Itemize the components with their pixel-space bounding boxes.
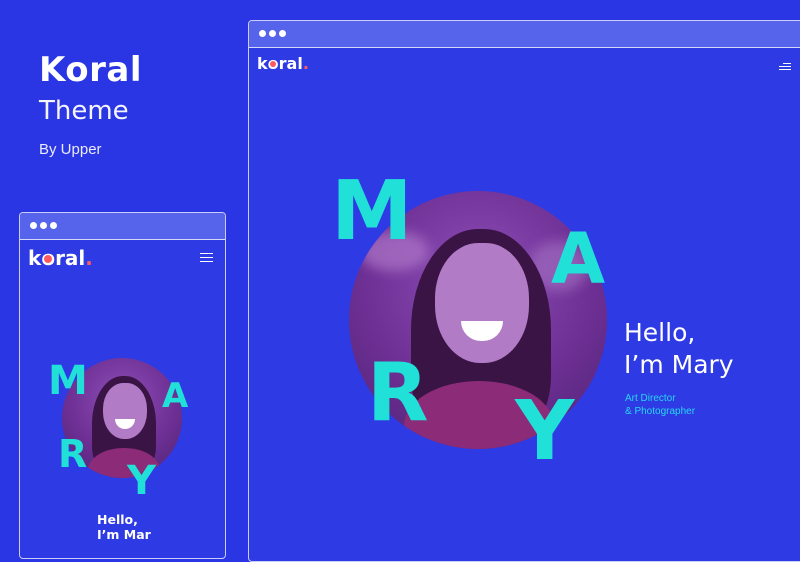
logo-dot: . [302,54,309,73]
desktop-preview-window: koral. M A R Y Hello, I’m Mary Art Direc… [248,20,800,562]
hero-greeting: Hello, I’m Mary [624,317,734,381]
mobile-logo[interactable]: koral. [28,246,93,270]
window-dot-icon [259,30,266,37]
logo-o: o [41,246,56,270]
logo-text: ral [55,246,86,270]
hero-letter-a: A [551,218,606,300]
greeting-line: I’m Mary [624,350,734,379]
role-line: Art Director [625,393,676,404]
logo-text: ral [278,54,303,73]
logo-dot: . [85,246,93,270]
portrait-face [103,383,147,439]
hero-letter-r: R [367,346,429,439]
greeting-line: Hello, [97,512,138,527]
window-dot-icon [269,30,276,37]
window-dot-icon [279,30,286,37]
hamburger-menu-icon[interactable] [779,63,791,70]
window-dot-icon [30,222,37,229]
role-line: & Photographer [625,406,696,417]
window-dot-icon [40,222,47,229]
mobile-letter-r: R [58,432,88,476]
desktop-window-titlebar [249,21,800,48]
theme-subtitle: Theme [39,96,129,126]
greeting-line: Hello, [624,318,696,347]
desktop-logo[interactable]: koral. [257,54,309,73]
mobile-greeting: Hello, I’m Mar [97,512,151,542]
hero-letter-y: Y [515,384,575,479]
window-dot-icon [50,222,57,229]
mobile-letter-y: Y [127,458,156,504]
logo-text: k [257,54,268,73]
hero-role: Art Director & Photographer [625,392,695,418]
theme-byline: By Upper [39,141,102,158]
logo-text: k [28,246,42,270]
mobile-preview-window: koral. M A R Y Hello, I’m Mar [19,212,226,559]
mobile-letter-m: M [48,358,88,404]
portrait-face [435,243,529,363]
greeting-line: I’m Mar [97,527,151,542]
mobile-letter-a: A [162,376,189,416]
mobile-window-titlebar [20,213,225,240]
logo-o: o [267,54,279,73]
promo-block: Koral Theme By Upper [39,48,142,160]
theme-title: Koral [39,50,142,90]
hero-letter-m: M [331,164,413,259]
hamburger-menu-icon[interactable] [200,253,213,262]
